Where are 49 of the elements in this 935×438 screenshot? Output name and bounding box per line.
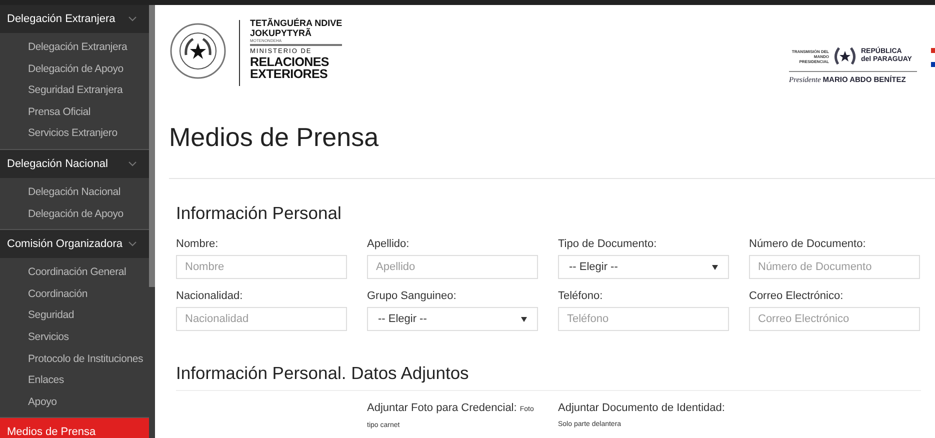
input-field[interactable]: Apellido xyxy=(367,255,538,279)
sidebar-item[interactable]: Prensa Oficial xyxy=(0,102,149,124)
sidebar-item[interactable]: Delegación de Apoyo xyxy=(0,204,149,226)
section-title: Información Personal. Datos Adjuntos xyxy=(176,363,921,391)
field-label: Nombre: xyxy=(176,238,220,250)
select-field[interactable]: -- Elegir -- xyxy=(558,255,729,279)
sidebar-item[interactable]: Delegación Extranjera xyxy=(0,37,149,59)
select-field[interactable]: -- Elegir -- xyxy=(367,307,538,331)
chevron-icon xyxy=(128,241,137,248)
page-title: Medios de Prensa xyxy=(169,122,380,153)
input-field[interactable]: Número de Documento xyxy=(749,255,920,279)
scrollbar[interactable] xyxy=(149,5,155,287)
logo-text: EXTERIORES xyxy=(250,68,329,80)
logo-text: JOKUPYTYRÃ xyxy=(250,28,313,38)
sidebar-item[interactable]: Coordinación xyxy=(0,284,149,306)
logo-text: RELACIONES xyxy=(250,56,330,68)
sidebar-item[interactable]: Apoyo xyxy=(0,392,149,414)
field-label: Tipo de Documento: xyxy=(558,238,658,250)
field-label: Número de Documento: xyxy=(749,238,867,250)
sidebar-item[interactable]: Enlaces xyxy=(0,370,149,392)
caret-icon xyxy=(521,316,527,322)
input-field[interactable]: Nombre xyxy=(176,255,347,279)
sidebar-item[interactable]: Seguridad xyxy=(0,305,149,327)
sidebar-group[interactable]: Delegación Extranjera xyxy=(0,5,149,33)
sidebar-group[interactable]: Delegación Nacional xyxy=(0,148,149,178)
sidebar-item[interactable]: Seguridad Extranjera xyxy=(0,80,149,102)
field-label: Nacionalidad: xyxy=(176,290,244,302)
field-label: Teléfono: xyxy=(558,290,604,302)
field-label: Apellido: xyxy=(367,238,410,250)
logo-text: TETÃNGUÉRA NDIVE xyxy=(250,18,342,28)
sidebar-group[interactable]: Medios de Prensa xyxy=(0,417,149,438)
chevron-icon xyxy=(128,16,137,22)
seal-icon xyxy=(169,22,227,80)
section-title: Información Personal xyxy=(176,203,342,224)
sidebar-item[interactable]: Servicios xyxy=(0,326,149,349)
field-label: Correo Electrónico: xyxy=(749,290,844,302)
input-field[interactable]: Nacionalidad xyxy=(176,307,347,331)
sidebar-item[interactable]: Delegación Nacional xyxy=(0,182,149,204)
input-field[interactable]: Correo Electrónico xyxy=(749,307,920,331)
input-field[interactable]: Teléfono xyxy=(558,307,729,331)
sidebar-item[interactable]: Coordinación General xyxy=(0,262,149,284)
sidebar-group[interactable]: Comisión Organizadora xyxy=(0,229,149,258)
sidebar-item[interactable]: Delegación de Apoyo xyxy=(0,58,149,80)
flag-icon xyxy=(931,48,935,67)
sidebar-item[interactable]: Protocolo de Instituciones xyxy=(0,348,149,370)
sidebar-item[interactable]: Servicios Extranjero xyxy=(0,123,149,145)
field-label: Grupo Sanguineo: xyxy=(367,290,458,302)
caret-icon xyxy=(712,264,718,270)
chevron-icon xyxy=(128,160,137,167)
